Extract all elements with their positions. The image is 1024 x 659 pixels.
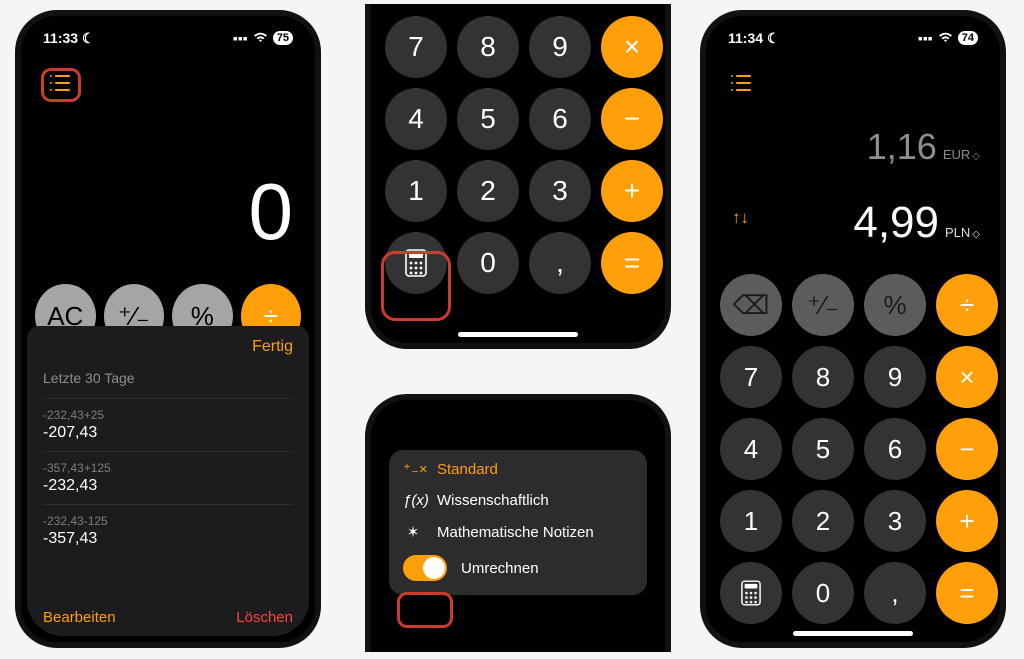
highlight-history-icon [41,68,81,102]
history-result: -357,43 [43,530,293,548]
calc-display: 0 [249,166,294,258]
scientific-mode-icon: ƒ(x) [403,492,423,509]
key-6[interactable]: 6 [864,418,926,480]
home-indicator[interactable] [793,631,913,636]
mode-menu: ⁺₋× Standard ƒ(x) Wissenschaftlich ✶ Mat… [389,450,647,595]
decimal-button[interactable]: , [529,232,591,294]
minus-button[interactable]: − [601,88,663,150]
chevron-updown-icon: ◇ [972,151,978,162]
currency-source[interactable]: PLN◇ [945,225,978,240]
currency-display: 1,16 EUR◇ 4,99 PLN◇ [706,126,1000,248]
mode-scientific[interactable]: ƒ(x) Wissenschaftlich [403,492,633,509]
plus-button[interactable]: + [936,490,998,552]
key-7[interactable]: 7 [720,346,782,408]
chevron-updown-icon: ◇ [972,229,978,240]
history-expression: -232,43-125 [43,514,293,528]
wifi-icon [253,30,268,46]
history-sheet: Fertig Letzte 30 Tage -232,43+25 -207,43… [27,326,309,636]
backspace-button[interactable]: ⌫ [720,274,782,336]
key-8[interactable]: 8 [457,16,519,78]
battery-level: 74 [958,31,978,45]
highlight-mode-button [381,251,451,321]
standard-mode-icon: ⁺₋× [403,460,423,478]
key-9[interactable]: 9 [529,16,591,78]
battery-level: 75 [273,31,293,45]
mode-standard[interactable]: ⁺₋× Standard [403,460,633,478]
notch [119,24,217,50]
phone-keypad: 7 8 9 × 4 5 6 − 1 2 3 + 0 , = [365,4,671,349]
key-7[interactable]: 7 [385,16,447,78]
history-section-title: Letzte 30 Tage [43,370,293,386]
minus-button[interactable]: − [936,418,998,480]
key-0[interactable]: 0 [457,232,519,294]
dnd-moon-icon: ☾ [82,30,95,47]
history-item[interactable]: -357,43+125 -232,43 [43,451,293,504]
cell-signal-icon: ▪▪▪ [233,30,248,46]
decimal-button[interactable]: , [864,562,926,624]
phone-currency: 11:34 ☾ ▪▪▪ 74 1,16 EUR◇ 4,99 PLN◇ ↑↓ [700,10,1006,648]
percent-button[interactable]: % [864,274,926,336]
key-5[interactable]: 5 [457,88,519,150]
key-4[interactable]: 4 [385,88,447,150]
history-result: -207,43 [43,424,293,442]
notch [469,408,567,434]
mode-label: Wissenschaftlich [437,492,549,509]
multiply-button[interactable]: × [601,16,663,78]
history-list-icon[interactable] [730,74,752,97]
edit-button[interactable]: Bearbeiten [43,609,116,626]
swap-currencies-icon[interactable]: ↑↓ [732,208,749,228]
highlight-convert-toggle [397,592,453,628]
calculator-icon [741,580,761,606]
sign-button[interactable]: ⁺⁄₋ [792,274,854,336]
phone-mode-menu: ⁺₋× Standard ƒ(x) Wissenschaftlich ✶ Mat… [365,394,671,652]
value-result: 1,16 [867,126,937,168]
mode-math-notes[interactable]: ✶ Mathematische Notizen [403,523,633,541]
key-5[interactable]: 5 [792,418,854,480]
history-expression: -357,43+125 [43,461,293,475]
mathnotes-mode-icon: ✶ [403,523,423,541]
key-2[interactable]: 2 [792,490,854,552]
key-9[interactable]: 9 [864,346,926,408]
key-1[interactable]: 1 [385,160,447,222]
done-button[interactable]: Fertig [43,338,293,356]
mode-label: Standard [437,461,498,478]
history-result: -232,43 [43,477,293,495]
history-item[interactable]: -232,43+25 -207,43 [43,398,293,451]
delete-button[interactable]: Löschen [236,609,293,626]
phone-history: 11:33 ☾ ▪▪▪ 75 0 AC ⁺⁄₋ % ÷ Fertig Letzt… [15,10,321,648]
notch [804,24,902,50]
mode-label: Mathematische Notizen [437,524,594,541]
key-2[interactable]: 2 [457,160,519,222]
home-indicator[interactable] [458,332,578,337]
history-expression: -232,43+25 [43,408,293,422]
wifi-icon [938,30,953,46]
equals-button[interactable]: = [936,562,998,624]
equals-button[interactable]: = [601,232,663,294]
currency-target[interactable]: EUR◇ [943,147,978,162]
key-3[interactable]: 3 [529,160,591,222]
key-0[interactable]: 0 [792,562,854,624]
plus-button[interactable]: + [601,160,663,222]
multiply-button[interactable]: × [936,346,998,408]
key-1[interactable]: 1 [720,490,782,552]
value-input: 4,99 [853,198,939,248]
mode-convert-row[interactable]: Umrechnen [403,555,633,581]
mode-button[interactable] [720,562,782,624]
cell-signal-icon: ▪▪▪ [918,30,933,46]
key-3[interactable]: 3 [864,490,926,552]
status-time: 11:34 [728,30,763,46]
mode-label: Umrechnen [461,560,539,577]
key-8[interactable]: 8 [792,346,854,408]
calc-keypad: ⌫ ⁺⁄₋ % ÷ 7 8 9 × 4 5 6 − 1 2 3 + 0 , = [706,274,1000,624]
key-4[interactable]: 4 [720,418,782,480]
convert-toggle[interactable] [403,555,447,581]
divide-button[interactable]: ÷ [936,274,998,336]
history-item[interactable]: -232,43-125 -357,43 [43,504,293,557]
key-6[interactable]: 6 [529,88,591,150]
status-time: 11:33 [43,30,78,46]
dnd-moon-icon: ☾ [767,30,780,47]
